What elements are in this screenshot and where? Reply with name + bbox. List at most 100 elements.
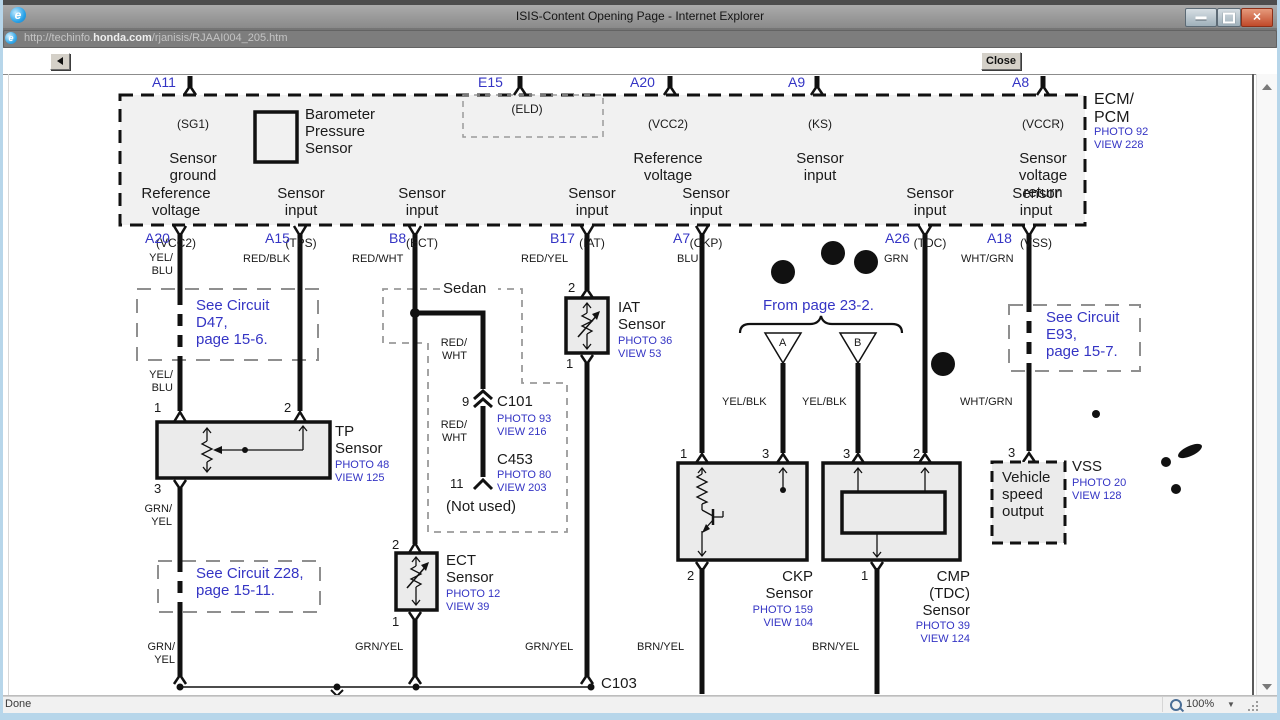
close-icon: ✕ — [1252, 11, 1262, 23]
triangle-b-letter: B — [854, 337, 862, 349]
tp-pin3: 3 — [154, 481, 162, 496]
ckp-photo-link[interactable]: PHOTO 159 — [753, 604, 813, 617]
cmp-name: CMP (TDC) Sensor — [922, 568, 970, 619]
page-favicon: e — [5, 32, 17, 44]
c101-photo-link[interactable]: PHOTO 93 — [497, 413, 551, 426]
maximize-button[interactable] — [1217, 8, 1241, 27]
sedan-label: Sedan — [443, 280, 487, 297]
tp-photo-link[interactable]: PHOTO 48 — [335, 459, 389, 472]
close-window-button[interactable]: ✕ — [1241, 8, 1273, 27]
wire-color-b8: RED/WHT — [352, 253, 404, 265]
close-page-button[interactable]: Close — [981, 52, 1021, 70]
pin-label-a15: A15 — [265, 230, 290, 246]
zoom-dropdown-icon[interactable]: ▼ — [1227, 700, 1235, 709]
wire-color-branch-1: RED/ WHT — [440, 337, 467, 362]
ckp-view-link[interactable]: VIEW 104 — [763, 617, 813, 630]
zoom-magnifier-icon — [1170, 699, 1182, 711]
iat-photo-link[interactable]: PHOTO 36 — [618, 335, 672, 348]
ecm-func-ks: (KS) Sensor input — [796, 117, 844, 184]
wire-color-a20: YEL/ BLU — [149, 252, 173, 277]
wire-color-a26: GRN — [884, 253, 909, 265]
vss-pin3: 3 — [1008, 445, 1016, 460]
wire-color-cmp-ground: BRN/YEL — [812, 641, 860, 653]
not-used-label: (Not used) — [446, 498, 517, 515]
c101-name: C101 — [497, 393, 533, 410]
barometer-box — [253, 110, 299, 164]
wire-color-a15: RED/BLK — [243, 253, 291, 265]
cmp-pin3: 3 — [843, 446, 851, 461]
window-bottom-border — [0, 713, 1280, 720]
c101-view-link[interactable]: VIEW 216 — [497, 426, 547, 439]
cmp-view-link[interactable]: VIEW 124 — [920, 633, 970, 646]
note-from-page[interactable]: From page 23-2. — [763, 297, 874, 314]
vss-box-label: Vehicle speed output — [1002, 469, 1051, 520]
cmp-inner-element — [840, 490, 947, 535]
note-e93[interactable]: See Circuit E93, page 15-7. — [1046, 309, 1119, 360]
ect-photo-link[interactable]: PHOTO 12 — [446, 588, 500, 601]
scroll-up-icon[interactable] — [1262, 84, 1272, 90]
tp-view-link[interactable]: VIEW 125 — [335, 472, 385, 485]
vertical-scrollbar[interactable] — [1256, 74, 1277, 695]
from-page-brace — [738, 315, 904, 334]
url-text: http://techinfo.honda.com/rjanisis/RJAAI… — [24, 32, 288, 44]
wire-color-b17: RED/YEL — [521, 253, 569, 265]
pin-label-a20: A20 — [145, 230, 170, 246]
wire-color-tp-ground: GRN/ YEL — [144, 503, 173, 528]
pin-label-a20-top: A20 — [630, 74, 655, 90]
url-path: /rjanisis/RJAAI004_205.htm — [151, 32, 288, 44]
iat-name: IAT Sensor — [618, 299, 666, 333]
ecm-func-iat: Sensor input (IAT) — [568, 185, 616, 250]
scroll-down-icon[interactable] — [1262, 684, 1272, 690]
ect-pin2: 2 — [392, 537, 400, 552]
wire-color-a7: BLU — [677, 253, 699, 265]
minimize-icon — [1195, 16, 1207, 19]
wire-color-ckp-ground: BRN/YEL — [637, 641, 685, 653]
ckp-pin2: 2 — [687, 568, 695, 583]
wire-color-a18: WHT/GRN — [961, 253, 1014, 265]
note-d47[interactable]: See Circuit D47, page 15-6. — [196, 297, 269, 348]
c103-name: C103 — [601, 675, 637, 692]
pin-label-b8: B8 — [389, 230, 407, 246]
tp-pin2: 2 — [284, 400, 292, 415]
status-separator — [1162, 697, 1163, 712]
ecm-photo-link[interactable]: PHOTO 92 — [1094, 126, 1148, 139]
iat-view-link[interactable]: VIEW 53 — [618, 348, 661, 361]
back-button[interactable] — [50, 53, 70, 70]
vss-photo-link[interactable]: PHOTO 20 — [1072, 477, 1126, 490]
c453-photo-link[interactable]: PHOTO 80 — [497, 469, 551, 482]
sedan-region — [382, 288, 568, 533]
ecm-func-vss: Sensor input (VSS) — [1012, 185, 1060, 250]
iat-pin2: 2 — [568, 280, 576, 295]
wire-color-tp-ground-2: GRN/ YEL — [147, 641, 176, 666]
ecm-func-eld: (ELD) — [511, 102, 543, 116]
ect-name: ECT Sensor — [446, 552, 494, 586]
ect-view-link[interactable]: VIEW 39 — [446, 601, 489, 614]
cmp-photo-link[interactable]: PHOTO 39 — [916, 620, 970, 633]
ecm-view-link[interactable]: VIEW 228 — [1094, 139, 1144, 152]
window-left-border — [0, 0, 3, 720]
c453-view-link[interactable]: VIEW 203 — [497, 482, 547, 495]
resize-grip[interactable] — [1246, 701, 1258, 711]
wire-color-a18-2: WHT/GRN — [960, 396, 1013, 408]
ecm-func-ect: Sensor input (ECT) — [398, 185, 446, 250]
ckp-pin1: 1 — [680, 446, 688, 461]
note-z28[interactable]: See Circuit Z28, page 15-11. — [196, 565, 304, 599]
tp-name: TP Sensor — [335, 423, 383, 457]
status-text: Done — [5, 698, 32, 710]
frame-left-border — [8, 74, 9, 695]
ect-pin1: 1 — [392, 614, 400, 629]
zoom-level[interactable]: 100% — [1186, 698, 1214, 710]
back-arrow-icon — [57, 57, 63, 65]
pin-label-a8: A8 — [1012, 74, 1030, 90]
minimize-button[interactable] — [1185, 8, 1217, 27]
window-title: ISIS-Content Opening Page - Internet Exp… — [515, 9, 765, 23]
c453-pin: 11 — [450, 476, 464, 491]
ckp-name: CKP Sensor — [765, 568, 813, 602]
wire-color-ect-ground: GRN/YEL — [355, 641, 404, 653]
tp-junction-dot — [242, 447, 248, 453]
ink-blobs — [771, 241, 1202, 494]
cmp-pin2: 2 — [913, 446, 921, 461]
vss-view-link[interactable]: VIEW 128 — [1072, 490, 1122, 503]
wire-color-tri-a: YEL/BLK — [722, 396, 767, 408]
iat-pin1: 1 — [566, 356, 574, 371]
